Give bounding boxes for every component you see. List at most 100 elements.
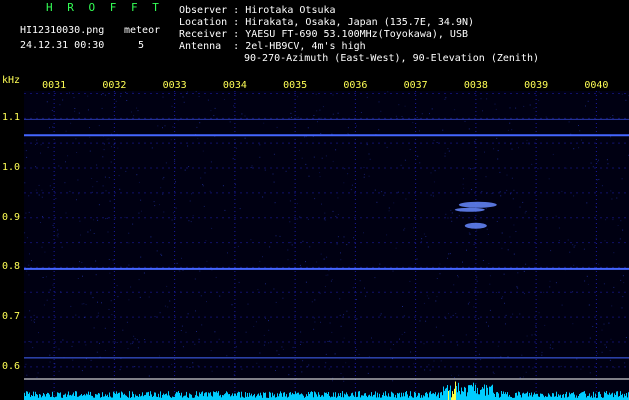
noise-speck xyxy=(495,108,497,110)
noise-bar xyxy=(105,394,106,400)
noise-bar xyxy=(156,396,157,400)
noise-bar xyxy=(129,391,130,400)
noise-speck xyxy=(340,325,342,327)
noise-bar xyxy=(306,394,307,400)
noise-speck xyxy=(454,109,456,111)
noise-bar xyxy=(135,394,136,400)
noise-speck xyxy=(273,288,275,290)
noise-speck xyxy=(488,263,490,264)
noise-speck xyxy=(113,208,115,209)
noise-bar xyxy=(611,393,612,400)
noise-speck xyxy=(117,296,119,298)
noise-speck xyxy=(401,333,403,335)
noise-speck xyxy=(525,210,527,212)
noise-speck xyxy=(35,166,37,168)
noise-speck xyxy=(347,173,349,175)
noise-bar xyxy=(600,394,601,400)
noise-speck xyxy=(111,314,113,315)
noise-bar xyxy=(252,396,253,400)
noise-speck xyxy=(493,148,495,150)
noise-speck xyxy=(549,347,551,349)
noise-speck xyxy=(323,258,325,260)
noise-bar xyxy=(48,393,49,400)
noise-speck xyxy=(239,208,241,210)
noise-speck xyxy=(625,337,627,338)
noise-speck xyxy=(546,219,548,220)
noise-bar xyxy=(117,393,118,400)
noise-bar xyxy=(78,396,79,400)
noise-speck xyxy=(621,93,623,95)
noise-bar xyxy=(132,391,133,400)
noise-speck xyxy=(32,347,34,349)
noise-bar xyxy=(234,393,235,400)
noise-speck xyxy=(276,126,278,128)
noise-speck xyxy=(444,152,446,154)
noise-speck xyxy=(250,167,252,168)
noise-speck xyxy=(609,117,611,118)
noise-speck xyxy=(598,91,600,93)
noise-bar xyxy=(312,392,313,400)
noise-bar xyxy=(374,394,375,400)
noise-bar xyxy=(99,393,100,400)
noise-speck xyxy=(65,161,66,163)
noise-speck xyxy=(132,91,134,93)
noise-speck xyxy=(404,227,406,229)
noise-speck xyxy=(313,317,315,319)
noise-bar xyxy=(230,396,231,400)
noise-speck xyxy=(416,258,418,260)
noise-speck xyxy=(610,136,612,138)
noise-speck xyxy=(413,227,415,229)
noise-speck xyxy=(224,209,226,211)
noise-bar xyxy=(34,396,35,400)
noise-speck xyxy=(275,370,276,371)
noise-speck xyxy=(301,371,303,373)
noise-bar xyxy=(232,393,233,400)
noise-speck xyxy=(90,359,92,361)
noise-bar xyxy=(249,392,250,400)
noise-speck xyxy=(343,314,344,316)
noise-bar xyxy=(82,395,83,400)
noise-speck xyxy=(93,327,95,329)
noise-bar xyxy=(493,392,494,400)
noise-bar xyxy=(393,393,394,400)
noise-speck xyxy=(607,163,609,165)
noise-speck xyxy=(202,150,204,152)
noise-bar xyxy=(27,391,28,400)
noise-bar xyxy=(465,387,466,400)
noise-speck xyxy=(26,237,28,239)
noise-bar xyxy=(494,394,495,400)
noise-speck xyxy=(171,219,173,221)
noise-bar xyxy=(375,391,376,400)
noise-bar xyxy=(136,395,137,400)
time-tick-label: 0040 xyxy=(584,80,609,91)
noise-bar xyxy=(361,395,362,400)
noise-bar xyxy=(121,391,122,400)
noise-speck xyxy=(78,112,80,114)
noise-speck xyxy=(289,221,291,223)
noise-bar xyxy=(113,391,114,400)
noise-bar xyxy=(540,393,541,400)
noise-speck xyxy=(544,324,546,326)
noise-bar xyxy=(401,392,402,400)
noise-bar xyxy=(140,396,141,400)
noise-bar xyxy=(118,392,119,400)
noise-speck xyxy=(583,248,585,250)
noise-speck xyxy=(122,329,124,331)
noise-speck xyxy=(445,317,447,319)
noise-speck xyxy=(206,260,208,262)
noise-speck xyxy=(200,295,202,297)
noise-speck xyxy=(613,252,615,254)
noise-bar xyxy=(115,393,116,400)
noise-speck xyxy=(92,186,94,188)
noise-bar xyxy=(604,391,605,400)
noise-speck xyxy=(61,246,63,248)
noise-speck xyxy=(90,229,91,231)
noise-speck xyxy=(369,158,371,160)
noise-speck xyxy=(519,206,521,208)
noise-speck xyxy=(516,286,518,288)
noise-speck xyxy=(237,245,239,247)
noise-bar xyxy=(326,392,327,400)
noise-speck xyxy=(64,182,66,184)
noise-speck xyxy=(57,229,59,231)
noise-speck xyxy=(497,345,499,347)
